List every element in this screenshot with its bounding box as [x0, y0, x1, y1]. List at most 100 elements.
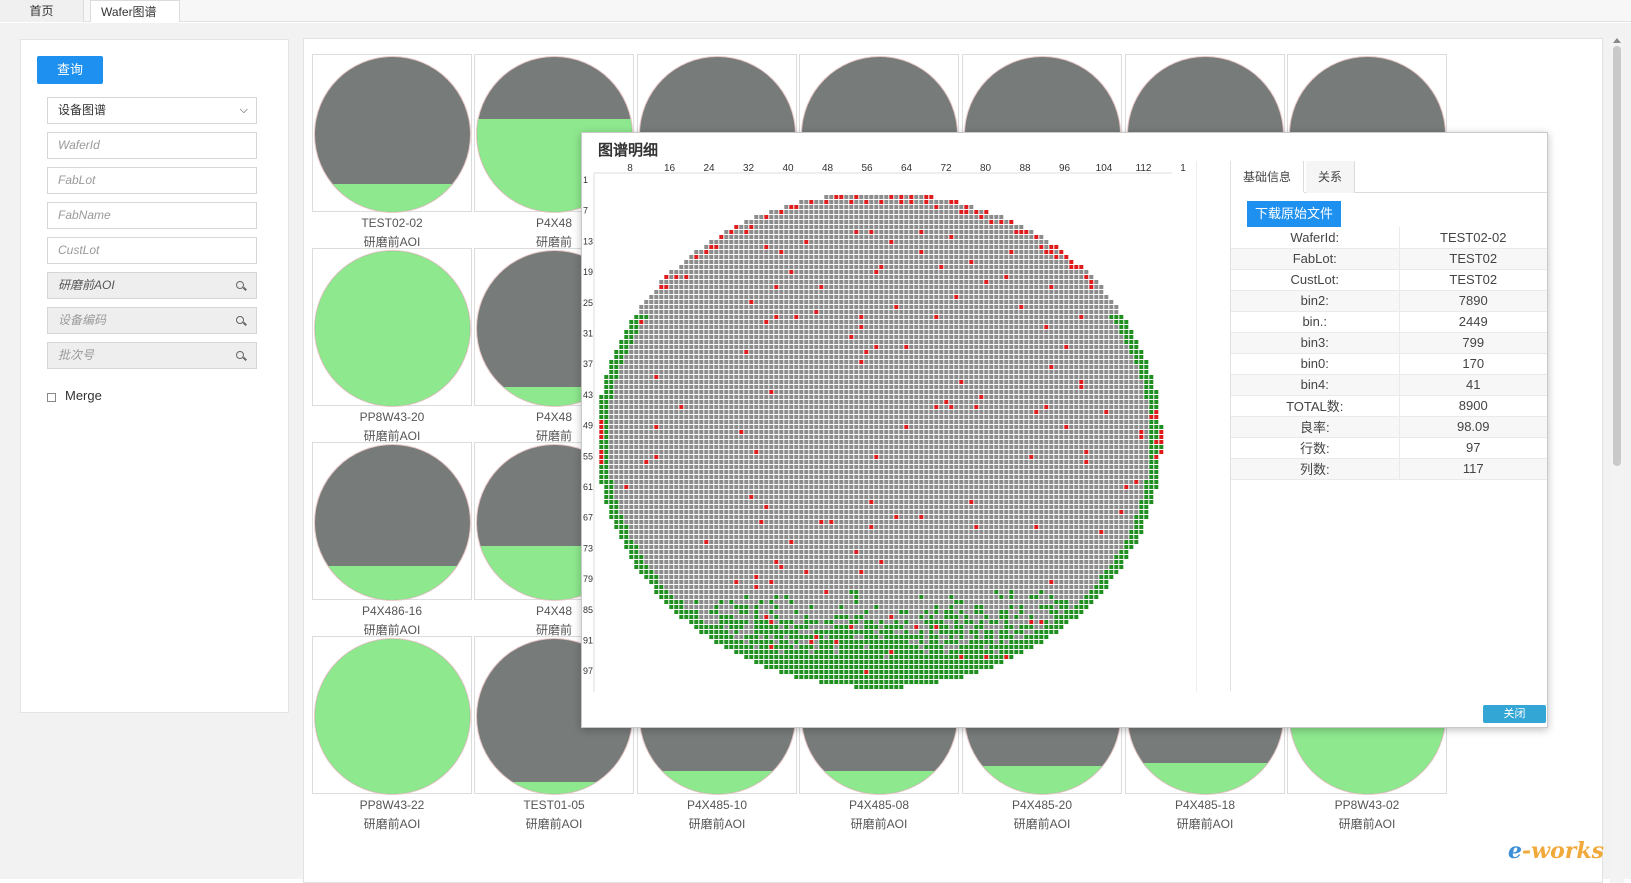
pass-region: [315, 184, 470, 212]
die-grid: [599, 195, 1163, 689]
info-row: 列数:117: [1231, 458, 1547, 479]
wafer-name: P4X485-20: [962, 798, 1122, 812]
col-tick-label: 1: [1180, 163, 1186, 174]
info-key: bin0:: [1231, 353, 1399, 374]
batch-placeholder: 批次号: [58, 348, 94, 362]
info-key: bin4:: [1231, 374, 1399, 395]
info-value: 98.09: [1399, 416, 1547, 437]
info-row: bin4:41: [1231, 374, 1547, 395]
col-tick-label: 80: [980, 163, 992, 174]
dialog-title: 图谱明细: [598, 139, 658, 160]
info-value: 799: [1399, 332, 1547, 353]
info-key: TOTAL数:: [1231, 395, 1399, 416]
col-tick-label: 64: [901, 163, 913, 174]
search-icon[interactable]: [236, 281, 244, 289]
row-tick-label: 1: [583, 175, 588, 185]
search-icon[interactable]: [236, 316, 244, 324]
wafer-disc: [315, 445, 470, 600]
col-tick-label: 72: [940, 163, 952, 174]
row-tick-label: 79: [583, 574, 593, 584]
tab-relation[interactable]: 关系: [1306, 161, 1355, 193]
merge-checkbox[interactable]: [47, 393, 56, 402]
tab-wafer-label: Wafer图谱: [101, 5, 157, 19]
row-tick-label: 73: [583, 543, 593, 553]
info-row: CustLot:TEST02: [1231, 269, 1547, 290]
col-tick-label: 32: [743, 163, 755, 174]
pass-region: [802, 771, 957, 794]
col-tick-label: 96: [1059, 163, 1071, 174]
scroll-up-icon[interactable]: [1613, 38, 1621, 43]
col-tick-label: 16: [664, 163, 676, 174]
info-value: 2449: [1399, 311, 1547, 332]
wafer-disc: [315, 251, 470, 406]
info-table: WaferId:TEST02-02FabLot:TEST02CustLot:TE…: [1231, 227, 1547, 480]
row-tick-label: 85: [583, 605, 593, 615]
device-code-input[interactable]: 设备编码: [47, 307, 257, 334]
info-value: 41: [1399, 374, 1547, 395]
wafer-map[interactable]: 8162432404856647280889610411211713192531…: [582, 161, 1197, 692]
col-tick-label: 24: [703, 163, 715, 174]
row-tick-label: 61: [583, 482, 593, 492]
info-row: FabLot:TEST02: [1231, 248, 1547, 269]
query-button[interactable]: 查询: [37, 56, 103, 84]
col-tick-label: 112: [1136, 163, 1152, 174]
row-tick-label: 31: [583, 329, 593, 339]
process-value: 研磨前AOI: [58, 278, 115, 292]
info-key: bin2:: [1231, 290, 1399, 311]
wafer-name: TEST02-02: [312, 216, 472, 230]
info-key: CustLot:: [1231, 269, 1399, 290]
wafer-id-input[interactable]: WaferId: [47, 132, 257, 159]
info-row: TOTAL数:8900: [1231, 395, 1547, 416]
scroll-thumb[interactable]: [1613, 46, 1621, 466]
info-value: 8900: [1399, 395, 1547, 416]
tab-wafer-map[interactable]: Wafer图谱 ×: [90, 0, 180, 22]
fabname-input[interactable]: FabName: [47, 202, 257, 229]
wafer-thumbnail[interactable]: [312, 54, 472, 212]
info-value: 170: [1399, 353, 1547, 374]
wafer-card[interactable]: P4X486-16研磨前AOI: [312, 442, 472, 636]
tab-home[interactable]: 首页: [0, 0, 84, 22]
tab-bar: 首页 Wafer图谱 ×: [0, 0, 1631, 22]
fablot-input[interactable]: FabLot: [47, 167, 257, 194]
info-row: 行数:97: [1231, 437, 1547, 458]
info-panel: 基础信息 关系 下载原始文件 WaferId:TEST02-02FabLot:T…: [1230, 161, 1546, 691]
wafer-card[interactable]: TEST02-02研磨前AOI: [312, 54, 472, 248]
process-input[interactable]: 研磨前AOI: [47, 272, 257, 299]
info-row: WaferId:TEST02-02: [1231, 227, 1547, 248]
wafer-name: PP8W43-20: [312, 410, 472, 424]
filter-panel: 查询 设备图谱 ⌵ WaferId FabLot FabName CustLot…: [20, 39, 289, 713]
merge-label: Merge: [65, 388, 102, 403]
wafer-card[interactable]: PP8W43-22研磨前AOI: [312, 636, 472, 830]
col-tick-label: 40: [782, 163, 794, 174]
col-tick-label: 104: [1096, 163, 1113, 174]
row-tick-label: 7: [583, 206, 588, 216]
info-value: TEST02-02: [1399, 227, 1547, 248]
wafer-card[interactable]: PP8W43-20研磨前AOI: [312, 248, 472, 442]
info-key: 良率:: [1231, 416, 1399, 437]
pass-region: [315, 251, 470, 406]
wafer-thumbnail[interactable]: [312, 442, 472, 600]
wafer-thumbnail[interactable]: [312, 636, 472, 794]
wafer-process: 研磨前AOI: [637, 815, 797, 832]
info-key: bin.:: [1231, 311, 1399, 332]
search-icon[interactable]: [236, 351, 244, 359]
download-raw-file-button[interactable]: 下载原始文件: [1247, 201, 1341, 227]
col-tick-label: 56: [861, 163, 873, 174]
wafer-name: PP8W43-02: [1287, 798, 1447, 812]
row-tick-label: 97: [583, 666, 593, 676]
map-type-select[interactable]: 设备图谱 ⌵: [47, 97, 257, 124]
scrollbar[interactable]: [1610, 38, 1624, 883]
custlot-input[interactable]: CustLot: [47, 237, 257, 264]
wafer-process: 研磨前AOI: [474, 815, 634, 832]
row-tick-label: 49: [583, 421, 593, 431]
close-button[interactable]: 关闭: [1483, 705, 1546, 723]
info-row: bin2:7890: [1231, 290, 1547, 311]
wafer-thumbnail[interactable]: [312, 248, 472, 406]
batch-input[interactable]: 批次号: [47, 342, 257, 369]
row-tick-label: 55: [583, 451, 593, 461]
wafer-process: 研磨前AOI: [312, 815, 472, 832]
pass-region: [315, 566, 470, 600]
info-key: WaferId:: [1231, 227, 1399, 248]
map-type-value: 设备图谱: [58, 103, 106, 117]
tab-basic-info[interactable]: 基础信息: [1231, 161, 1304, 193]
